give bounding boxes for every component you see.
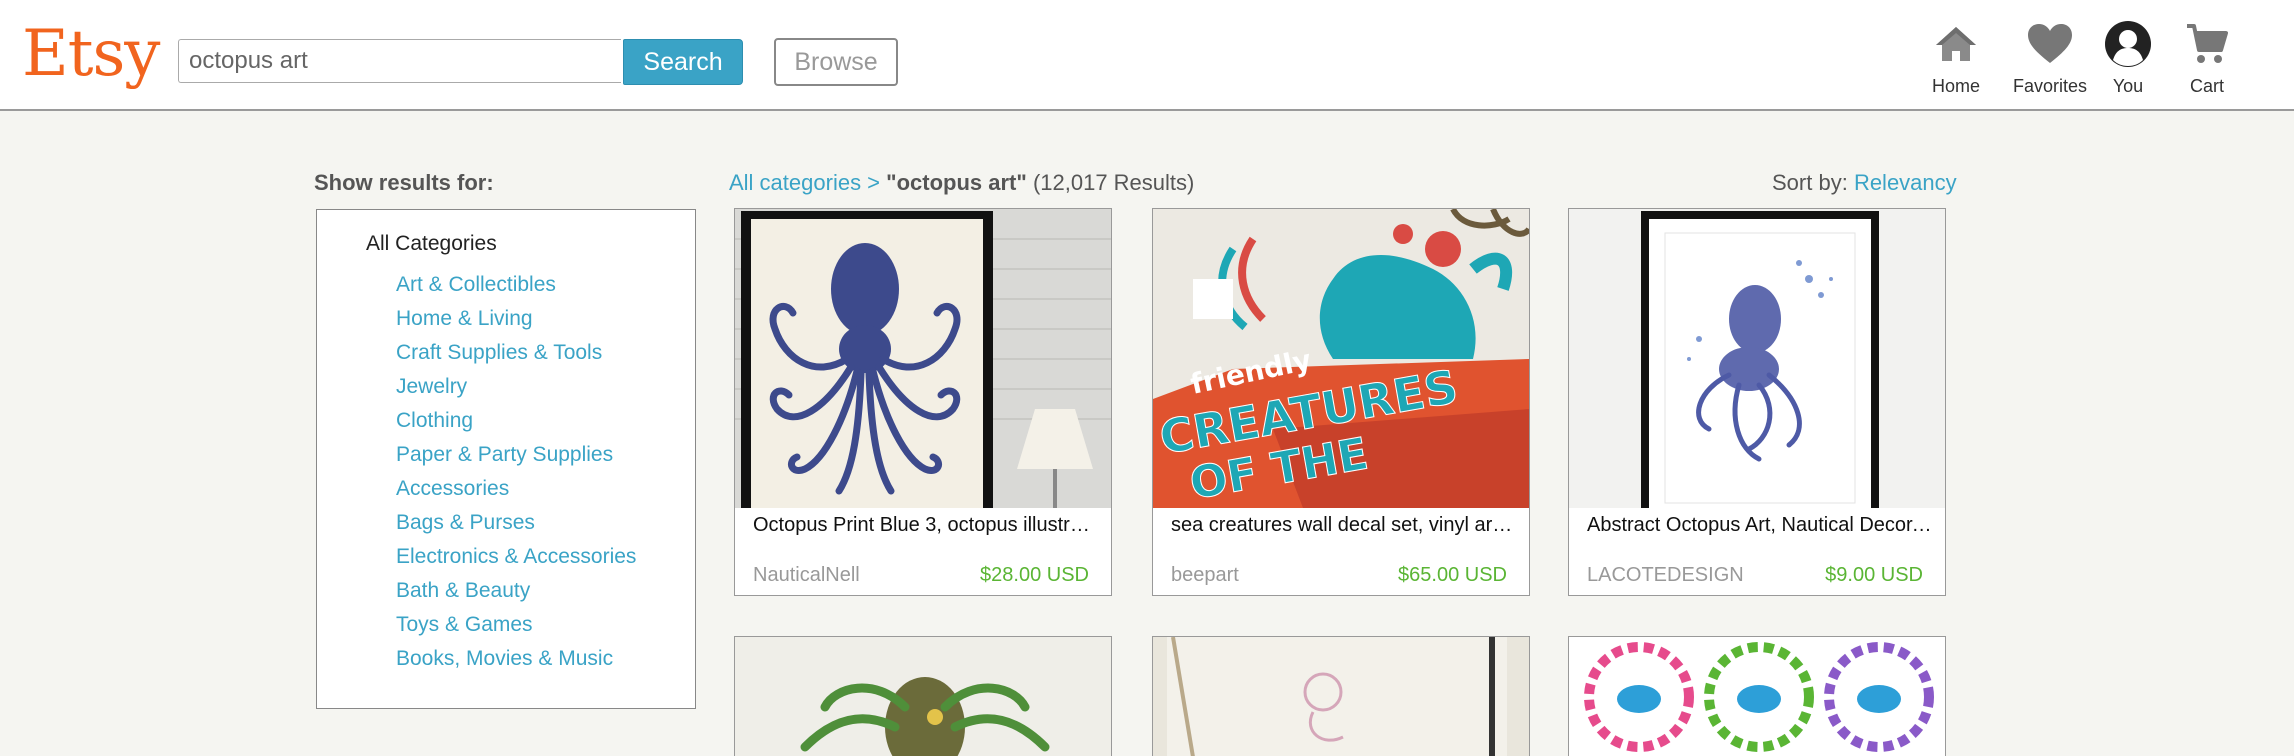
listing-card[interactable]: friendly CREATURES OF THE sea creatures … [1152, 208, 1530, 596]
category-link[interactable]: Books, Movies & Music [396, 642, 636, 676]
breadcrumb-all-categories[interactable]: All categories > [729, 170, 880, 195]
nav-cart-label: Cart [2189, 76, 2224, 96]
listing-shop[interactable]: LACOTEDESIGN [1587, 564, 1744, 587]
category-link[interactable]: Home & Living [396, 302, 636, 336]
browse-button[interactable]: Browse [774, 38, 898, 86]
listing-card[interactable] [734, 636, 1112, 756]
nav-home[interactable]: Home [1930, 18, 1982, 98]
listing-price: $9.00 USD [1825, 564, 1923, 586]
listing-image[interactable] [735, 637, 1111, 756]
category-link[interactable]: Paper & Party Supplies [396, 438, 636, 472]
etsy-logo[interactable]: Etsy [22, 14, 160, 94]
category-filter-panel: All Categories Art & Collectibles Home &… [316, 209, 696, 709]
category-link[interactable]: Electronics & Accessories [396, 540, 636, 574]
nav-favorites[interactable]: Favorites [2010, 18, 2090, 98]
category-link[interactable]: Craft Supplies & Tools [396, 336, 636, 370]
category-link[interactable]: Bath & Beauty [396, 574, 636, 608]
listing-card[interactable] [1568, 636, 1946, 756]
listing-shop[interactable]: beepart [1171, 564, 1239, 587]
search-input[interactable] [178, 39, 621, 83]
listing-title[interactable]: Octopus Print Blue 3, octopus illustrati… [753, 514, 1099, 537]
category-link[interactable]: Clothing [396, 404, 636, 438]
nav-you[interactable]: You [2104, 18, 2152, 98]
category-list: Art & Collectibles Home & Living Craft S… [396, 268, 636, 676]
nav-you-label: You [2112, 76, 2144, 96]
category-link[interactable]: Accessories [396, 472, 636, 506]
nav-cart[interactable]: Cart [2184, 18, 2230, 98]
show-results-heading: Show results for: [314, 170, 494, 195]
breadcrumb: All categories > "octopus art" (12,017 R… [729, 170, 1194, 196]
listing-image[interactable] [1153, 637, 1529, 756]
category-all[interactable]: All Categories [366, 232, 497, 256]
listing-card[interactable]: Abstract Octopus Art, Nautical Decor, pr… [1568, 208, 1946, 596]
heart-icon [2026, 18, 2074, 70]
category-link[interactable]: Art & Collectibles [396, 268, 636, 302]
nav-home-label: Home [1931, 76, 1980, 96]
result-count: (12,017 Results) [1032, 170, 1195, 195]
nav-favorites-label: Favorites [2012, 76, 2088, 96]
site-header: Etsy Search Browse Home Favorites [0, 0, 2294, 111]
user-icon [2104, 18, 2152, 70]
cart-icon [2185, 18, 2229, 70]
category-link[interactable]: Jewelry [396, 370, 636, 404]
category-link[interactable]: Bags & Purses [396, 506, 636, 540]
sort-label: Sort by: [1772, 170, 1848, 195]
search-query: "octopus art" [886, 170, 1027, 195]
listing-title[interactable]: Abstract Octopus Art, Nautical Decor, pr… [1587, 514, 1933, 537]
search-button[interactable]: Search [623, 39, 743, 85]
listing-image[interactable]: friendly CREATURES OF THE [1153, 209, 1529, 508]
listing-image[interactable] [1569, 209, 1945, 508]
sort-dropdown[interactable]: Relevancy [1854, 170, 1957, 195]
listing-card[interactable]: Octopus Print Blue 3, octopus illustrati… [734, 208, 1112, 596]
home-icon [1933, 18, 1979, 70]
category-link[interactable]: Toys & Games [396, 608, 636, 642]
listing-image[interactable] [1569, 637, 1945, 756]
listing-shop[interactable]: NauticalNell [753, 564, 860, 587]
sort-control: Sort by: Relevancy [1772, 170, 1957, 196]
listing-image[interactable] [735, 209, 1111, 508]
listing-card[interactable] [1152, 636, 1530, 756]
listing-title[interactable]: sea creatures wall decal set, vinyl art,… [1171, 514, 1517, 537]
listing-price: $65.00 USD [1398, 564, 1507, 586]
listing-price: $28.00 USD [980, 564, 1089, 586]
